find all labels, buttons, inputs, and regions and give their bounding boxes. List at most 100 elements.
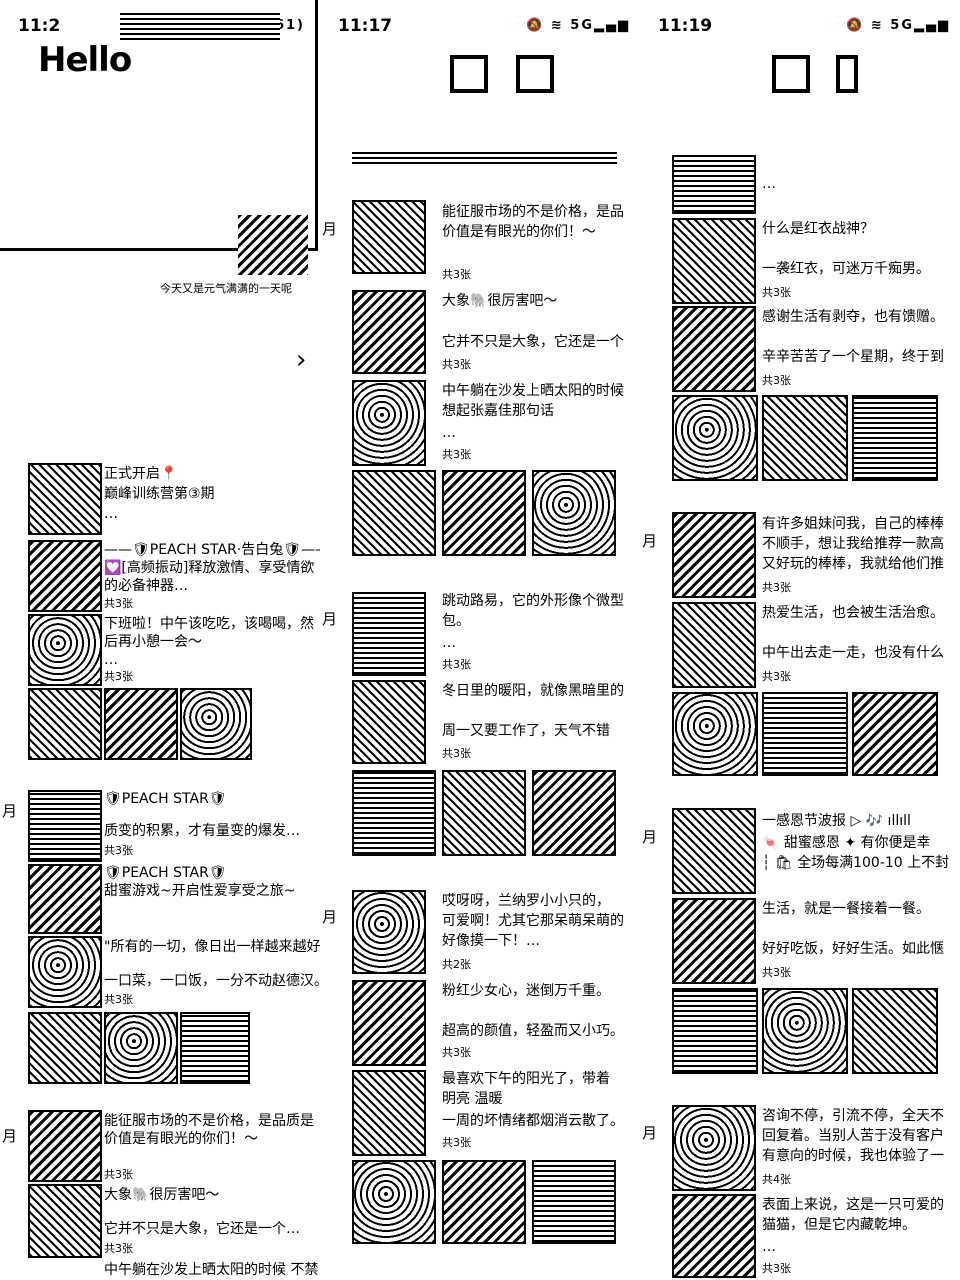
post-text[interactable]: 什么是红衣战神？ [762,220,874,238]
post-text[interactable]: 的必备神器… [104,577,188,595]
post-photo[interactable] [352,770,436,856]
post-text[interactable]: 周一又要工作了，天气不错 [442,722,610,740]
post-thumbnail[interactable] [672,808,756,894]
post-text[interactable]: 好好吃饭，好好生活。如此惬 [762,940,944,958]
post-photo[interactable] [532,470,616,556]
post-thumbnail[interactable] [352,380,426,466]
post-thumbnail[interactable] [28,1110,102,1182]
post-thumbnail[interactable] [672,306,756,392]
post-thumbnail[interactable] [352,980,426,1066]
post-text[interactable]: 感谢生活有剥夺，也有馈赠。 [762,308,944,326]
post-text[interactable]: 猫猫，但是它内藏乾坤。 [762,1216,916,1234]
post-text[interactable]: 可爱啊！尤其它那呆萌呆萌的 [442,912,624,930]
post-photo[interactable] [672,988,758,1074]
post-text[interactable]: 包。 [442,612,470,630]
post-text[interactable]: 🍬 甜蜜感恩 ✦ 有你便是幸 [762,834,931,852]
post-text[interactable]: 想起张嘉佳那句话 [442,402,554,420]
post-photo[interactable] [104,688,178,760]
post-photo[interactable] [352,470,436,556]
post-thumbnail[interactable] [672,218,756,304]
post-text[interactable]: 表面上来说，这是一只可爱的 [762,1196,944,1214]
post-text[interactable]: 冬日里的暖阳，就像黑暗里的 [442,682,624,700]
post-photo[interactable] [104,1012,178,1084]
post-text[interactable]: 下班啦！中午该吃吃，该喝喝，然 [104,615,314,633]
post-text[interactable]: 一周的坏情绪都烟消云散了。 [442,1112,624,1130]
post-text[interactable]: 好像摸一下！… [442,932,540,950]
post-photo-strip[interactable] [352,150,617,164]
post-photo[interactable] [672,692,758,776]
post-thumbnail[interactable] [352,1070,426,1156]
post-text[interactable]: 巅峰训练营第③期 [104,485,215,503]
post-thumbnail[interactable] [28,614,102,686]
post-text[interactable]: 一口菜，一口饭，一分不动赵德汉。 [104,972,320,990]
post-text[interactable]: 咨询不停，引流不停，全天不 [762,1107,944,1125]
post-photo[interactable] [180,688,252,760]
post-text[interactable]: 大象🐘很厉害吧～ [104,1186,219,1204]
post-thumbnail[interactable] [28,540,102,612]
post-text[interactable]: 辛辛苦苦了一个星期，终于到 [762,348,944,366]
post-text[interactable]: 又好玩的棒棒，我就给他们推 [762,555,944,573]
post-text[interactable]: 生活，就是一餐接着一餐。 [762,900,930,918]
square-icon[interactable] [836,55,858,93]
post-text[interactable]: 价值是有眼光的你们！～ [104,1130,258,1148]
post-thumbnail[interactable] [352,680,426,764]
post-photo[interactable] [532,770,616,856]
post-text[interactable]: 跳动路易，它的外形像个微型 [442,592,624,610]
post-photo[interactable] [28,688,102,760]
post-text[interactable]: ┆ 🛍 全场每满100-10 上不封 [762,854,949,872]
post-text[interactable]: 哎呀呀，兰纳罗小小只的， [442,892,610,910]
post-text[interactable]: 正式开启📍 [104,465,177,483]
post-photo[interactable] [442,1160,526,1244]
post-photo[interactable] [762,395,848,481]
post-text[interactable]: 粉红少女心，迷倒万千重。 [442,982,610,1000]
post-text[interactable]: 它并不只是大象，它还是一个 [442,333,624,351]
post-text[interactable]: "所有的一切，像日出一样越来越好" [104,938,320,956]
post-photo[interactable] [532,1160,616,1244]
square-icon[interactable] [516,55,554,93]
post-photo[interactable] [442,470,526,556]
post-text[interactable]: 它并不只是大象，它还是一个… [104,1220,300,1238]
post-thumbnail[interactable] [352,890,426,974]
post-text[interactable]: 价值是有眼光的你们！～ [442,223,596,241]
post-thumbnail[interactable] [352,290,426,374]
post-text[interactable]: 🛡PEACH STAR🛡 [104,864,227,882]
post-text[interactable]: 超高的颜值，轻盈而又小巧。 [442,1022,624,1040]
post-thumbnail[interactable] [672,1194,756,1278]
post-photo[interactable] [762,692,848,776]
post-text[interactable]: 一袭红衣，可迷万千痴男。 [762,260,930,278]
square-icon[interactable] [772,55,810,93]
post-thumbnail[interactable] [28,1184,102,1258]
post-text[interactable]: 一感恩节波报 ▷ 🎶 ıllıll [762,812,911,830]
post-thumbnail[interactable] [28,463,102,535]
post-text[interactable]: ——🛡PEACH STAR·告白兔🛡—— [104,541,320,559]
post-photo[interactable] [442,770,526,856]
post-photo[interactable] [852,988,938,1074]
post-thumbnail[interactable] [672,898,756,984]
post-thumbnail[interactable] [672,1105,756,1191]
post-photo[interactable] [28,1012,102,1084]
post-text[interactable]: 明亮 温暖 [442,1090,502,1108]
post-text[interactable]: 有意向的时候，我也体验了一 [762,1147,944,1165]
post-photo[interactable] [852,395,938,481]
chevron-right-icon[interactable]: › [296,345,306,375]
post-thumbnail[interactable] [28,864,102,934]
post-text[interactable]: 大象🐘很厉害吧～ [442,292,557,310]
post-photo[interactable] [352,1160,436,1244]
post-text[interactable]: 中午躺在沙发上晒太阳的时候 [442,382,624,400]
post-thumbnail[interactable] [672,512,756,598]
post-text[interactable]: 甜蜜游戏~开启性爱享受之旅~ [104,882,295,900]
post-text[interactable]: 中午出去走一走，也没有什么 [762,644,944,662]
post-text[interactable]: 有许多姐妹问我，自己的棒棒 [762,515,944,533]
post-text[interactable]: 能征服市场的不是价格，是品 [442,203,624,221]
post-text[interactable]: 后再小憩一会～ [104,633,202,651]
post-text[interactable]: 质变的积累，才有量变的爆发… [104,822,300,840]
post-text[interactable]: 回复着。当别人苦于没有客户 [762,1127,944,1145]
post-thumbnail[interactable] [28,790,102,862]
post-photo[interactable] [180,1012,250,1084]
post-thumbnail[interactable] [352,200,426,274]
post-text[interactable]: 🛡PEACH STAR🛡 [104,790,227,808]
post-thumbnail[interactable] [672,155,756,214]
square-icon[interactable] [450,55,488,93]
post-thumbnail[interactable] [352,592,426,676]
post-text[interactable]: 热爱生活，也会被生活治愈。 [762,604,944,622]
